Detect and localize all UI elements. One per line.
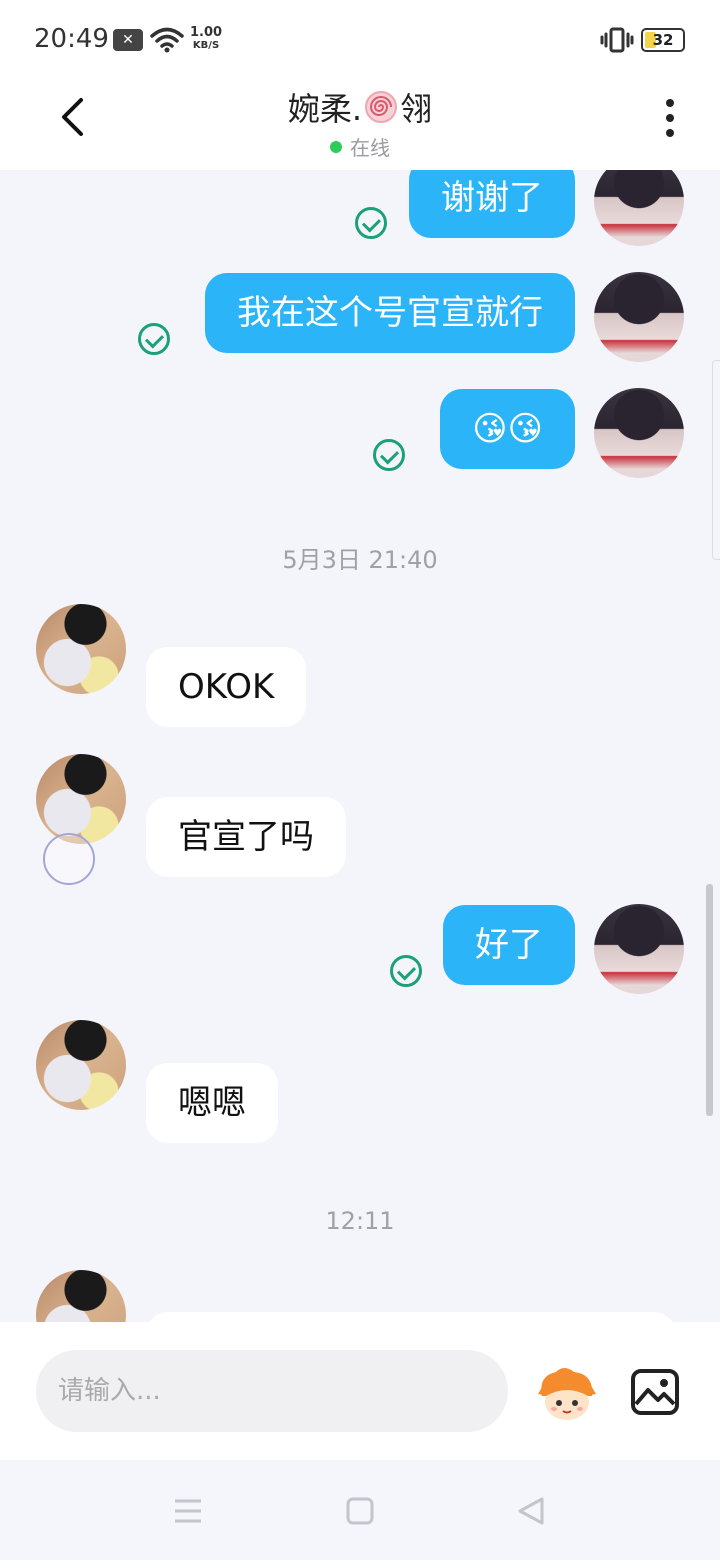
scroll-edge-handle[interactable] [712,360,720,560]
read-check-icon [373,439,405,471]
menu-icon[interactable] [173,1496,203,1526]
mascot-sticker-icon[interactable] [534,1366,600,1422]
message-input[interactable] [36,1350,508,1432]
back-nav-icon[interactable] [516,1496,546,1526]
contact-avatar[interactable] [36,754,126,844]
network-speed: 1.00 KB/S [190,26,222,52]
scrollbar-thumb[interactable] [706,884,713,1116]
read-check-icon [390,955,422,987]
status-time: 20:49 [34,24,109,54]
message-input-bar [0,1322,720,1460]
message-bubble-incoming[interactable]: 嗯嗯 [146,1063,278,1143]
chat-title-block: 婉柔. 翎 在线 [0,84,720,161]
online-dot-icon [330,140,342,153]
vibrate-icon [600,27,634,53]
message-bubble-outgoing[interactable]: 我在这个号官宣就行 [205,273,575,353]
online-status-text: 在线 [350,136,390,160]
system-nav-bar [0,1460,720,1560]
lollipop-emoji-icon [365,91,398,123]
message-bubble-outgoing[interactable]: 谢谢了 [409,170,575,238]
more-vertical-icon [666,99,674,107]
contact-avatar[interactable] [36,604,126,694]
message-bubble-outgoing[interactable]: 好了 [443,905,575,985]
battery-icon: 32 [641,28,685,52]
my-avatar[interactable] [594,170,684,246]
message-bubble-incoming[interactable]: OKOK [146,647,307,727]
message-timestamp: 5月3日 21:40 [282,546,438,574]
network-speed-value: 1.00 [190,25,223,40]
notification-close-icon: ✕ [113,29,143,51]
contact-avatar[interactable] [36,1270,126,1322]
read-check-icon [138,323,170,355]
more-options-button[interactable] [655,96,685,140]
online-status: 在线 [0,132,720,161]
my-avatar[interactable] [594,904,684,994]
more-dot [666,129,674,137]
more-dot [666,114,674,122]
message-timestamp: 12:11 [325,1207,395,1235]
battery-level: 32 [652,31,674,49]
my-avatar[interactable] [594,388,684,478]
chat-title-suffix: 翎 [400,90,433,128]
contact-avatar[interactable] [36,1020,126,1110]
message-bubble-incoming-partial[interactable] [146,1312,676,1322]
chat-header: 婉柔. 翎 在线 [0,80,720,170]
message-bubble-incoming[interactable]: 官宣了吗 [146,797,346,877]
network-speed-unit: KB/S [192,40,220,51]
wifi-icon [150,27,184,53]
message-bubble-outgoing[interactable]: 😘😘 [440,389,575,469]
my-avatar[interactable] [594,272,684,362]
chat-title-prefix: 婉柔. [287,90,363,128]
chat-title: 婉柔. 翎 [288,84,432,130]
read-check-icon [355,207,387,239]
home-icon[interactable] [345,1496,375,1526]
status-bar: 20:49 ✕ 1.00 KB/S 32 [0,0,720,80]
chat-messages[interactable]: 谢谢了 我在这个号官宣就行 😘😘 5月3日 21:40 OKOK 官宣了吗 好了… [0,170,720,1322]
image-icon[interactable] [630,1368,680,1416]
touch-indicator [43,833,95,885]
